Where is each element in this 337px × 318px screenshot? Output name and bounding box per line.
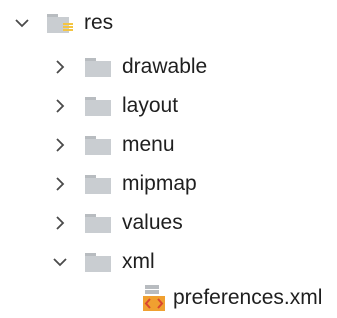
resource-folder-icon	[46, 12, 76, 34]
tree-node-drawable[interactable]: drawable	[50, 48, 207, 86]
chevron-right-icon[interactable]	[50, 96, 70, 116]
tree-node-label: res	[84, 11, 114, 34]
tree-node-mipmap[interactable]: mipmap	[50, 165, 197, 203]
tree-node-res[interactable]: res	[12, 4, 113, 42]
folder-icon	[84, 56, 114, 78]
xml-file-icon	[142, 283, 166, 313]
chevron-right-icon[interactable]	[50, 57, 70, 77]
chevron-right-icon[interactable]	[50, 135, 70, 155]
project-tree: res drawable layout menu mipmap values x…	[0, 0, 337, 318]
chevron-down-icon[interactable]	[50, 252, 70, 272]
tree-node-label: mipmap	[122, 172, 197, 195]
tree-node-label: values	[122, 211, 183, 234]
tree-node-label: preferences.xml	[173, 286, 323, 309]
folder-icon	[84, 212, 114, 234]
chevron-right-icon[interactable]	[50, 213, 70, 233]
folder-icon	[84, 173, 114, 195]
folder-icon	[84, 134, 114, 156]
tree-node-label: layout	[122, 94, 179, 117]
chevron-down-icon[interactable]	[12, 13, 32, 33]
folder-icon	[84, 95, 114, 117]
tree-node-label: menu	[122, 133, 175, 156]
folder-icon	[84, 251, 114, 273]
tree-node-xml[interactable]: xml	[50, 243, 155, 281]
tree-node-preferences-xml[interactable]: preferences.xml	[142, 279, 322, 317]
tree-node-label: drawable	[122, 55, 208, 78]
tree-node-values[interactable]: values	[50, 204, 183, 242]
tree-node-label: xml	[122, 250, 155, 273]
tree-node-menu[interactable]: menu	[50, 126, 175, 164]
chevron-right-icon[interactable]	[50, 174, 70, 194]
tree-node-layout[interactable]: layout	[50, 87, 178, 125]
